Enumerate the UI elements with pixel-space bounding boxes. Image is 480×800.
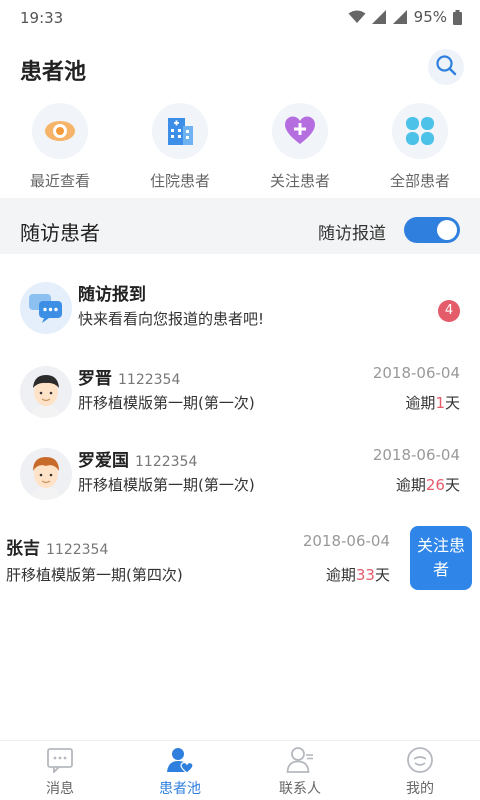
page-header: 患者池	[0, 34, 480, 100]
message-icon	[46, 746, 74, 774]
search-button[interactable]	[428, 49, 464, 85]
overdue-info: 逾期1天	[405, 392, 460, 413]
overdue-days: 1	[435, 394, 445, 412]
patient-id: 1122354	[118, 372, 181, 388]
checkin-subtitle: 快来看看向您报道的患者吧!	[78, 310, 265, 328]
patient-row[interactable]: 罗晋 1122354 肝移植模版第一期(第一次) 2018-06-04 逾期1天	[0, 350, 480, 434]
patient-date: 2018-06-04	[302, 532, 390, 550]
tab-mine[interactable]: 我的	[360, 741, 480, 800]
hospital-icon	[152, 103, 208, 159]
overdue-prefix: 逾期	[325, 566, 356, 584]
report-toggle[interactable]	[404, 217, 460, 243]
quick-label: 最近查看	[29, 172, 90, 190]
quick-label: 关注患者	[269, 172, 330, 190]
patient-id: 1122354	[46, 542, 109, 558]
patient-name: 张吉	[6, 539, 40, 559]
patient-name-line: 张吉 1122354	[6, 534, 108, 559]
wifi-icon	[348, 10, 366, 24]
overdue-days: 26	[425, 476, 445, 494]
clover-icon	[392, 103, 448, 159]
follow-section-header: 随访患者 随访报道	[0, 206, 480, 254]
checkin-row[interactable]: 随访报到 快来看看向您报道的患者吧! 4	[0, 266, 480, 350]
quick-inpatients[interactable]: 住院患者	[120, 100, 240, 198]
patient-date: 2018-06-04	[372, 446, 460, 464]
overdue-info: 逾期26天	[396, 474, 460, 495]
patient-id: 1122354	[135, 454, 198, 470]
avatar	[20, 366, 72, 418]
overdue-days: 33	[355, 566, 375, 584]
quick-recent-viewed[interactable]: 最近查看	[0, 100, 120, 198]
overdue-suffix: 天	[374, 566, 390, 584]
status-bar: 19:33 95%	[0, 0, 480, 34]
quick-all-patients[interactable]: 全部患者	[360, 100, 480, 198]
patient-date: 2018-06-04	[372, 364, 460, 382]
follow-section-title: 随访患者	[20, 221, 100, 245]
patient-row[interactable]: 张吉 1122354 肝移植模版第一期(第四次) 2018-06-04 逾期33天…	[0, 524, 480, 608]
section-divider	[0, 198, 480, 206]
tab-label: 我的	[406, 781, 434, 797]
status-time: 19:33	[20, 9, 64, 27]
follow-patient-button[interactable]: 关注患者	[410, 526, 472, 590]
search-icon	[435, 54, 457, 80]
patient-row[interactable]: 罗爱国 1122354 肝移植模版第一期(第一次) 2018-06-04 逾期26…	[0, 432, 480, 516]
eye-icon	[32, 103, 88, 159]
patient-plan: 肝移植模版第一期(第一次)	[78, 476, 255, 494]
patients-icon	[166, 746, 194, 774]
overdue-prefix: 逾期	[395, 476, 426, 494]
patient-name-line: 罗晋 1122354	[78, 364, 180, 389]
section-divider	[0, 254, 480, 262]
avatar	[20, 448, 72, 500]
checkin-title: 随访报到	[78, 285, 146, 305]
tab-contacts[interactable]: 联系人	[240, 741, 360, 800]
toggle-knob	[437, 220, 457, 240]
signal-icon-2	[392, 10, 408, 24]
overdue-suffix: 天	[444, 394, 460, 412]
patient-plan: 肝移植模版第一期(第一次)	[78, 394, 255, 412]
patient-name: 罗晋	[78, 369, 112, 389]
patient-plan: 肝移植模版第一期(第四次)	[6, 566, 183, 584]
profile-icon	[406, 746, 434, 774]
tab-label: 消息	[46, 781, 74, 797]
signal-icon	[371, 10, 387, 24]
contacts-icon	[286, 746, 314, 774]
patient-name: 罗爱国	[78, 451, 129, 471]
quick-actions: 最近查看 住院患者 关注患者 全部患者	[0, 100, 480, 198]
page-title: 患者池	[20, 60, 87, 85]
tab-label: 联系人	[279, 781, 321, 797]
status-icons: 95%	[348, 8, 462, 26]
battery-icon	[453, 9, 462, 25]
battery-level: 95%	[413, 8, 447, 26]
overdue-prefix: 逾期	[405, 394, 436, 412]
heart-plus-icon	[272, 103, 328, 159]
overdue-suffix: 天	[444, 476, 460, 494]
tab-messages[interactable]: 消息	[0, 741, 120, 800]
quick-followed-patients[interactable]: 关注患者	[240, 100, 360, 198]
chat-bubbles-icon	[20, 282, 72, 334]
bottom-tab-bar: 消息 患者池 联系人 我的	[0, 740, 480, 800]
tab-patient-pool[interactable]: 患者池	[120, 741, 240, 800]
patient-name-line: 罗爱国 1122354	[78, 446, 197, 471]
quick-label: 全部患者	[389, 172, 450, 190]
overdue-info: 逾期33天	[326, 564, 390, 585]
tab-label: 患者池	[159, 781, 201, 797]
report-toggle-label: 随访报道	[318, 224, 386, 244]
checkin-count-badge: 4	[438, 300, 460, 322]
quick-label: 住院患者	[149, 172, 210, 190]
